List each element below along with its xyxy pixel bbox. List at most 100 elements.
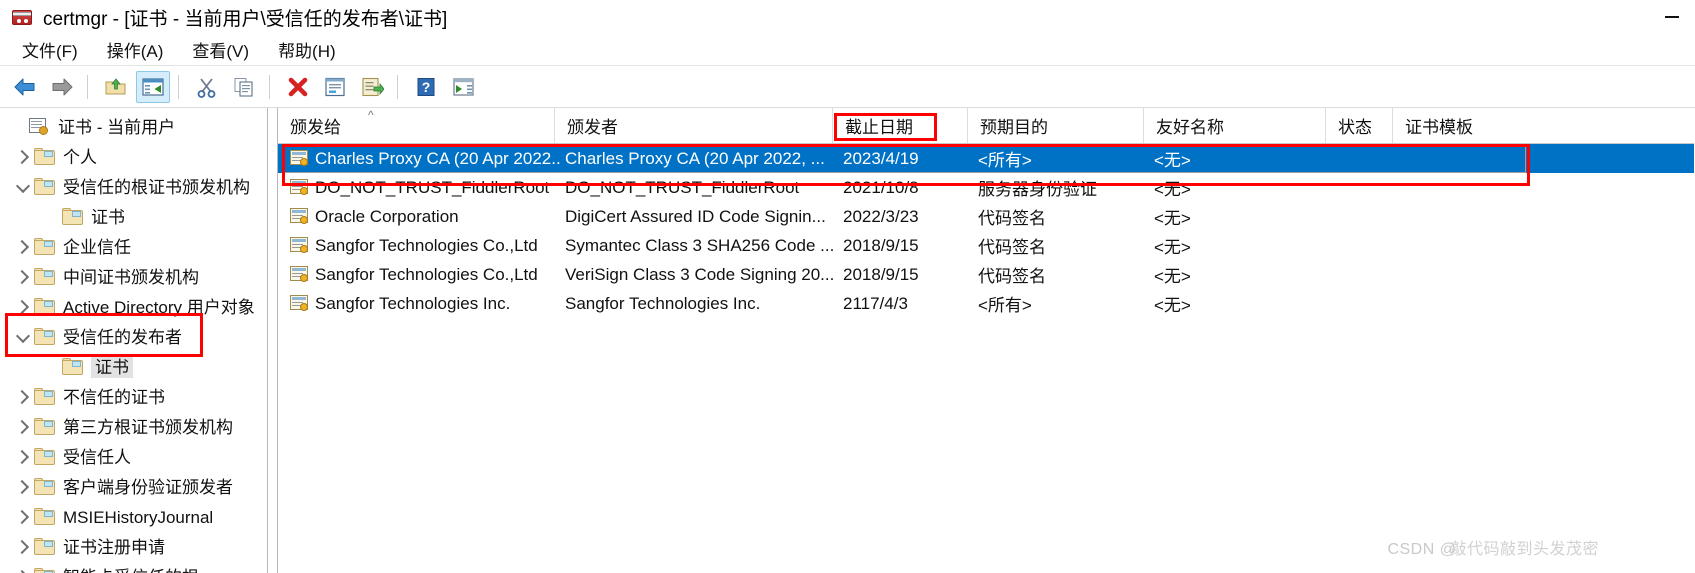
twisty-right[interactable] <box>12 509 34 525</box>
column-header-friendly-name[interactable]: 友好名称 <box>1144 108 1326 143</box>
tree-item-personal[interactable]: 个人 <box>0 142 267 172</box>
table-row[interactable]: Oracle Corporation DigiCert Assured ID C… <box>278 202 1694 231</box>
folder-icon <box>34 298 56 316</box>
table-row[interactable]: Sangfor Technologies Co.,Ltd VeriSign Cl… <box>278 260 1694 289</box>
tree-item-third-party-root-ca[interactable]: 第三方根证书颁发机构 <box>0 412 267 442</box>
toolbar-show-action-pane[interactable] <box>446 71 480 103</box>
cell-expiry-date: 2117/4/3 <box>843 289 973 318</box>
cell-certificate-template <box>1403 289 1548 318</box>
pane-splitter[interactable] <box>269 108 277 573</box>
cell-text: 2018/9/15 <box>843 235 919 255</box>
tree-item-msie-history-journal[interactable]: MSIEHistoryJournal <box>0 502 267 532</box>
cell-friendly-name: <无> <box>1154 289 1330 318</box>
tree-item-label: 证书 <box>91 356 133 378</box>
cell-text: Charles Proxy CA (20 Apr 2022... <box>315 148 560 168</box>
twisty-right[interactable] <box>12 239 34 255</box>
column-header-issued-to[interactable]: 颁发给 ^ <box>278 108 555 143</box>
certificate-icon <box>290 208 310 225</box>
toolbar-help[interactable]: ? <box>409 71 443 103</box>
toolbar-back[interactable] <box>8 71 42 103</box>
tree-item-trusted-publishers-certificates[interactable]: 证书 <box>0 352 267 382</box>
twisty-down[interactable] <box>12 328 34 343</box>
minimize-button[interactable] <box>1649 0 1695 34</box>
cell-issued-to: Sangfor Technologies Co.,Ltd <box>290 260 560 289</box>
tree-item-trusted-people[interactable]: 受信任人 <box>0 442 267 472</box>
toolbar-forward[interactable] <box>45 71 79 103</box>
table-row[interactable]: Sangfor Technologies Co.,Ltd Symantec Cl… <box>278 231 1694 260</box>
cell-text: <无> <box>1154 151 1191 170</box>
tree-item-trusted-root-ca-certificates[interactable]: 证书 <box>0 202 267 232</box>
table-row[interactable]: DO_NOT_TRUST_FiddlerRoot DO_NOT_TRUST_Fi… <box>278 173 1694 202</box>
table-row[interactable]: Charles Proxy CA (20 Apr 2022... Charles… <box>278 144 1694 173</box>
tree-item-untrusted-certificates[interactable]: 不信任的证书 <box>0 382 267 412</box>
tree-item-label: 智能卡受信任的根 <box>63 569 199 573</box>
column-header-label: 状态 <box>1338 118 1372 137</box>
menu-view[interactable]: 查看(V) <box>180 34 261 65</box>
twisty-down[interactable] <box>12 178 34 193</box>
cell-text: <所有> <box>978 151 1032 170</box>
menu-help[interactable]: 帮助(H) <box>266 34 348 65</box>
certificate-list-pane: 颁发给 ^ 颁发者 截止日期 预期目的 友好名称 状态 证书模板 Charles… <box>277 108 1695 573</box>
forward-arrow-icon <box>52 78 73 96</box>
column-header-intended-purpose[interactable]: 预期目的 <box>968 108 1144 143</box>
tree-item-client-auth-issuers[interactable]: 客户端身份验证颁发者 <box>0 472 267 502</box>
column-header-status[interactable]: 状态 <box>1326 108 1393 143</box>
toolbar-show-hide-tree[interactable] <box>136 71 170 103</box>
cell-intended-purpose: 代码签名 <box>978 231 1148 260</box>
certificate-store-icon <box>28 117 52 137</box>
cell-friendly-name: <无> <box>1154 173 1330 202</box>
twisty-right[interactable] <box>12 389 34 405</box>
tree-item-active-directory-user-object[interactable]: Active Directory 用户对象 <box>0 292 267 322</box>
tree-item-label: 第三方根证书颁发机构 <box>63 417 233 437</box>
cell-text: Sangfor Technologies Inc. <box>315 293 511 313</box>
cell-issued-to: Sangfor Technologies Co.,Ltd <box>290 231 560 260</box>
toolbar-copy[interactable] <box>227 71 261 103</box>
cell-expiry-date: 2022/3/23 <box>843 202 973 231</box>
cell-status <box>1336 173 1396 202</box>
cell-issued-by: VeriSign Class 3 Code Signing 20... <box>565 260 835 289</box>
twisty-right[interactable] <box>12 479 34 495</box>
copy-icon <box>234 78 253 97</box>
tree-item-root[interactable]: 证书 - 当前用户 <box>0 112 267 142</box>
cell-issued-to: Oracle Corporation <box>290 202 560 231</box>
toolbar-up-one-level[interactable] <box>99 71 133 103</box>
back-arrow-icon <box>14 78 35 96</box>
folder-icon <box>34 418 56 436</box>
toolbar-export-list[interactable] <box>355 71 389 103</box>
tree-item-label: 客户端身份验证颁发者 <box>63 477 233 497</box>
twisty-right[interactable] <box>12 149 34 165</box>
tree-item-trusted-root-ca[interactable]: 受信任的根证书颁发机构 <box>0 172 267 202</box>
twisty-right[interactable] <box>12 419 34 435</box>
tree-item-certificate-enrollment-requests[interactable]: 证书注册申请 <box>0 532 267 562</box>
cell-expiry-date: 2018/9/15 <box>843 231 973 260</box>
cell-text: Sangfor Technologies Co.,Ltd <box>315 235 538 255</box>
toolbar-delete[interactable] <box>281 71 315 103</box>
tree-item-label: 受信任的根证书颁发机构 <box>63 177 250 197</box>
column-header-certificate-template[interactable]: 证书模板 <box>1393 108 1548 143</box>
tree-item-enterprise-trust[interactable]: 企业信任 <box>0 232 267 262</box>
cell-text: 服务器身份验证 <box>978 180 1097 199</box>
cell-text: <无> <box>1154 267 1191 286</box>
tree-item-trusted-publishers[interactable]: 受信任的发布者 <box>0 322 267 352</box>
toolbar-properties[interactable] <box>318 71 352 103</box>
column-header-issued-by[interactable]: 颁发者 <box>555 108 833 143</box>
folder-icon <box>34 268 56 286</box>
twisty-right[interactable] <box>12 449 34 465</box>
tree-item-intermediate-ca[interactable]: 中间证书颁发机构 <box>0 262 267 292</box>
menu-action[interactable]: 操作(A) <box>95 34 176 65</box>
tree-item-smart-card-trusted-roots[interactable]: 智能卡受信任的根 <box>0 562 267 573</box>
twisty-right[interactable] <box>12 539 34 555</box>
toolbar-cut[interactable] <box>190 71 224 103</box>
folder-icon <box>34 448 56 466</box>
certificate-icon <box>290 179 310 196</box>
column-header-expiry-date[interactable]: 截止日期 <box>833 108 968 143</box>
cell-text: 2022/3/23 <box>843 206 919 226</box>
tree-item-label: 个人 <box>63 147 97 167</box>
menu-file[interactable]: 文件(F) <box>10 34 90 65</box>
table-row[interactable]: Sangfor Technologies Inc. Sangfor Techno… <box>278 289 1694 318</box>
certificate-icon <box>290 295 310 312</box>
cell-intended-purpose: <所有> <box>978 144 1148 173</box>
cell-text: 代码签名 <box>978 238 1046 257</box>
twisty-right[interactable] <box>12 269 34 285</box>
twisty-right[interactable] <box>12 299 34 315</box>
